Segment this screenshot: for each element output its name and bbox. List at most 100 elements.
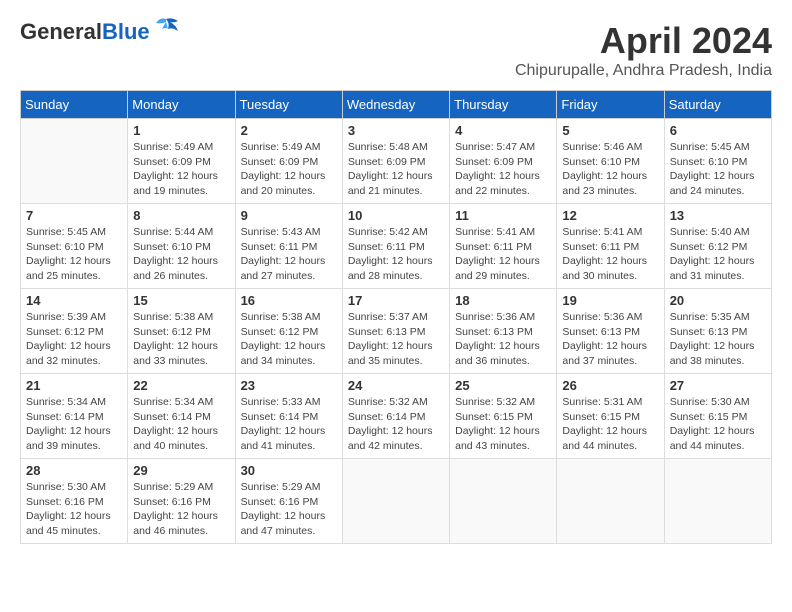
day-number: 16 [241, 293, 337, 308]
calendar-cell: 11 Sunrise: 5:41 AM Sunset: 6:11 PM Dayli… [450, 204, 557, 289]
calendar-cell: 10 Sunrise: 5:42 AM Sunset: 6:11 PM Dayli… [342, 204, 449, 289]
calendar-cell: 4 Sunrise: 5:47 AM Sunset: 6:09 PM Daylig… [450, 119, 557, 204]
calendar-cell: 12 Sunrise: 5:41 AM Sunset: 6:11 PM Dayli… [557, 204, 664, 289]
day-number: 28 [26, 463, 122, 478]
day-number: 24 [348, 378, 444, 393]
day-info: Sunrise: 5:41 AM Sunset: 6:11 PM Dayligh… [562, 225, 658, 284]
day-number: 9 [241, 208, 337, 223]
day-info: Sunrise: 5:34 AM Sunset: 6:14 PM Dayligh… [133, 395, 229, 454]
calendar-cell: 23 Sunrise: 5:33 AM Sunset: 6:14 PM Dayli… [235, 374, 342, 459]
calendar-cell: 22 Sunrise: 5:34 AM Sunset: 6:14 PM Dayli… [128, 374, 235, 459]
day-info: Sunrise: 5:36 AM Sunset: 6:13 PM Dayligh… [562, 310, 658, 369]
day-number: 20 [670, 293, 766, 308]
day-number: 18 [455, 293, 551, 308]
calendar-cell [342, 459, 449, 544]
calendar-cell [557, 459, 664, 544]
week-row-5: 28 Sunrise: 5:30 AM Sunset: 6:16 PM Dayli… [21, 459, 772, 544]
day-number: 19 [562, 293, 658, 308]
day-number: 11 [455, 208, 551, 223]
calendar-cell: 16 Sunrise: 5:38 AM Sunset: 6:12 PM Dayli… [235, 289, 342, 374]
day-info: Sunrise: 5:32 AM Sunset: 6:15 PM Dayligh… [455, 395, 551, 454]
day-info: Sunrise: 5:41 AM Sunset: 6:11 PM Dayligh… [455, 225, 551, 284]
day-number: 2 [241, 123, 337, 138]
day-number: 27 [670, 378, 766, 393]
week-row-1: 1 Sunrise: 5:49 AM Sunset: 6:09 PM Daylig… [21, 119, 772, 204]
day-number: 5 [562, 123, 658, 138]
day-number: 4 [455, 123, 551, 138]
week-row-2: 7 Sunrise: 5:45 AM Sunset: 6:10 PM Daylig… [21, 204, 772, 289]
calendar-cell: 2 Sunrise: 5:49 AM Sunset: 6:09 PM Daylig… [235, 119, 342, 204]
weekday-header-tuesday: Tuesday [235, 91, 342, 119]
week-row-3: 14 Sunrise: 5:39 AM Sunset: 6:12 PM Dayli… [21, 289, 772, 374]
day-info: Sunrise: 5:47 AM Sunset: 6:09 PM Dayligh… [455, 140, 551, 199]
day-info: Sunrise: 5:45 AM Sunset: 6:10 PM Dayligh… [26, 225, 122, 284]
calendar-cell: 29 Sunrise: 5:29 AM Sunset: 6:16 PM Dayli… [128, 459, 235, 544]
logo: GeneralBlue [20, 20, 180, 44]
day-number: 25 [455, 378, 551, 393]
calendar-cell: 28 Sunrise: 5:30 AM Sunset: 6:16 PM Dayli… [21, 459, 128, 544]
weekday-header-sunday: Sunday [21, 91, 128, 119]
day-number: 30 [241, 463, 337, 478]
day-info: Sunrise: 5:40 AM Sunset: 6:12 PM Dayligh… [670, 225, 766, 284]
calendar-cell: 1 Sunrise: 5:49 AM Sunset: 6:09 PM Daylig… [128, 119, 235, 204]
calendar-cell: 27Sunrise: 5:30 AM Sunset: 6:15 PM Dayli… [664, 374, 771, 459]
calendar-cell: 14 Sunrise: 5:39 AM Sunset: 6:12 PM Dayli… [21, 289, 128, 374]
weekday-header-friday: Friday [557, 91, 664, 119]
day-number: 17 [348, 293, 444, 308]
calendar-cell: 17 Sunrise: 5:37 AM Sunset: 6:13 PM Dayli… [342, 289, 449, 374]
weekday-header-row: SundayMondayTuesdayWednesdayThursdayFrid… [21, 91, 772, 119]
calendar-cell: 3 Sunrise: 5:48 AM Sunset: 6:09 PM Daylig… [342, 119, 449, 204]
calendar-cell: 30 Sunrise: 5:29 AM Sunset: 6:16 PM Dayli… [235, 459, 342, 544]
day-number: 10 [348, 208, 444, 223]
day-info: Sunrise: 5:46 AM Sunset: 6:10 PM Dayligh… [562, 140, 658, 199]
day-info: Sunrise: 5:32 AM Sunset: 6:14 PM Dayligh… [348, 395, 444, 454]
calendar-cell [664, 459, 771, 544]
day-info: Sunrise: 5:43 AM Sunset: 6:11 PM Dayligh… [241, 225, 337, 284]
calendar-cell: 21 Sunrise: 5:34 AM Sunset: 6:14 PM Dayli… [21, 374, 128, 459]
week-row-4: 21 Sunrise: 5:34 AM Sunset: 6:14 PM Dayli… [21, 374, 772, 459]
calendar-cell: 15Sunrise: 5:38 AM Sunset: 6:12 PM Dayli… [128, 289, 235, 374]
calendar-cell [450, 459, 557, 544]
location-title: Chipurupalle, Andhra Pradesh, India [515, 62, 772, 80]
day-number: 29 [133, 463, 229, 478]
day-info: Sunrise: 5:45 AM Sunset: 6:10 PM Dayligh… [670, 140, 766, 199]
day-number: 22 [133, 378, 229, 393]
calendar-cell: 7 Sunrise: 5:45 AM Sunset: 6:10 PM Daylig… [21, 204, 128, 289]
day-info: Sunrise: 5:34 AM Sunset: 6:14 PM Dayligh… [26, 395, 122, 454]
day-info: Sunrise: 5:29 AM Sunset: 6:16 PM Dayligh… [133, 480, 229, 539]
header: GeneralBlue April 2024 Chipurupalle, And… [20, 20, 772, 80]
day-number: 6 [670, 123, 766, 138]
day-info: Sunrise: 5:38 AM Sunset: 6:12 PM Dayligh… [241, 310, 337, 369]
calendar-cell: 8Sunrise: 5:44 AM Sunset: 6:10 PM Daylig… [128, 204, 235, 289]
day-number: 23 [241, 378, 337, 393]
day-info: Sunrise: 5:39 AM Sunset: 6:12 PM Dayligh… [26, 310, 122, 369]
calendar-cell: 13Sunrise: 5:40 AM Sunset: 6:12 PM Dayli… [664, 204, 771, 289]
day-number: 1 [133, 123, 229, 138]
day-number: 15 [133, 293, 229, 308]
day-number: 14 [26, 293, 122, 308]
day-info: Sunrise: 5:49 AM Sunset: 6:09 PM Dayligh… [133, 140, 229, 199]
day-number: 7 [26, 208, 122, 223]
weekday-header-thursday: Thursday [450, 91, 557, 119]
calendar-cell: 18Sunrise: 5:36 AM Sunset: 6:13 PM Dayli… [450, 289, 557, 374]
calendar: SundayMondayTuesdayWednesdayThursdayFrid… [20, 90, 772, 544]
logo-text: GeneralBlue [20, 20, 150, 44]
day-info: Sunrise: 5:30 AM Sunset: 6:16 PM Dayligh… [26, 480, 122, 539]
day-number: 12 [562, 208, 658, 223]
day-number: 3 [348, 123, 444, 138]
day-number: 21 [26, 378, 122, 393]
day-info: Sunrise: 5:33 AM Sunset: 6:14 PM Dayligh… [241, 395, 337, 454]
month-title: April 2024 [515, 20, 772, 62]
logo-bird-icon [152, 17, 180, 39]
day-info: Sunrise: 5:42 AM Sunset: 6:11 PM Dayligh… [348, 225, 444, 284]
day-number: 8 [133, 208, 229, 223]
calendar-cell: 19 Sunrise: 5:36 AM Sunset: 6:13 PM Dayli… [557, 289, 664, 374]
day-number: 26 [562, 378, 658, 393]
day-info: Sunrise: 5:48 AM Sunset: 6:09 PM Dayligh… [348, 140, 444, 199]
weekday-header-monday: Monday [128, 91, 235, 119]
day-info: Sunrise: 5:29 AM Sunset: 6:16 PM Dayligh… [241, 480, 337, 539]
day-info: Sunrise: 5:37 AM Sunset: 6:13 PM Dayligh… [348, 310, 444, 369]
calendar-cell: 24 Sunrise: 5:32 AM Sunset: 6:14 PM Dayli… [342, 374, 449, 459]
day-info: Sunrise: 5:49 AM Sunset: 6:09 PM Dayligh… [241, 140, 337, 199]
calendar-cell [21, 119, 128, 204]
